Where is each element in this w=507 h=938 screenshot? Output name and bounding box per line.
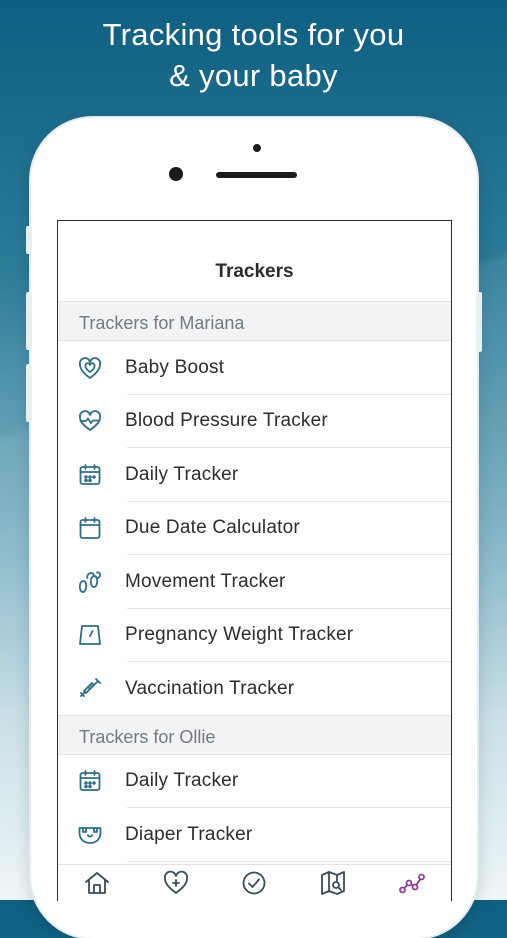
tracker-row-vaccination[interactable]: Vaccination Tracker: [58, 662, 451, 716]
heart-pulse-icon: [58, 408, 125, 434]
proximity-sensor: [253, 144, 261, 152]
check-circle-icon[interactable]: [240, 869, 268, 897]
tracker-label: Daily Tracker: [125, 770, 239, 792]
app-screen: Trackers Trackers for Mariana Baby Boost…: [57, 220, 452, 901]
page-title: Trackers: [58, 221, 451, 302]
phone-mute-switch: [26, 226, 32, 254]
tracker-label: Baby Boost: [125, 356, 225, 378]
tracker-label: Daily Tracker: [125, 463, 239, 485]
tracker-label: Pregnancy Weight Tracker: [125, 624, 354, 646]
phone-power-button: [476, 292, 482, 352]
home-icon[interactable]: [83, 869, 111, 897]
tracker-label: Movement Tracker: [125, 570, 286, 592]
tracker-row-diaper[interactable]: Diaper Tracker: [58, 808, 451, 862]
baby-feet-icon: [58, 569, 125, 595]
trackers-graph-icon[interactable]: [398, 869, 426, 897]
calendar-blank-icon: [58, 515, 125, 541]
heart-circle-icon: [58, 355, 125, 381]
headline-line-1: Tracking tools for you: [102, 17, 405, 52]
calendar-icon: [58, 768, 125, 794]
tracker-row-daily[interactable]: Daily Tracker: [58, 448, 451, 502]
tracker-label: Blood Pressure Tracker: [125, 410, 328, 432]
headline: Tracking tools for you & your baby: [0, 14, 507, 96]
syringe-icon: [58, 676, 125, 702]
tracker-row-movement[interactable]: Movement Tracker: [58, 555, 451, 609]
tracker-row-daily-ollie[interactable]: Daily Tracker: [58, 755, 451, 809]
scale-icon: [58, 622, 125, 648]
heart-plus-icon[interactable]: [162, 869, 190, 897]
bottom-tab-bar: [58, 864, 451, 901]
tracker-label: Diaper Tracker: [125, 823, 253, 845]
map-search-icon[interactable]: [319, 869, 347, 897]
tracker-row-due-date[interactable]: Due Date Calculator: [58, 502, 451, 556]
diaper-icon: [58, 822, 125, 848]
tracker-row-blood-pressure[interactable]: Blood Pressure Tracker: [58, 395, 451, 449]
headline-line-2: & your baby: [169, 58, 338, 93]
tracker-row-baby-boost[interactable]: Baby Boost: [58, 341, 451, 395]
calendar-icon: [58, 462, 125, 488]
tracker-label: Vaccination Tracker: [125, 677, 295, 699]
section-header-mariana: Trackers for Mariana: [58, 302, 451, 341]
front-camera: [169, 167, 183, 181]
section-header-ollie: Trackers for Ollie: [58, 715, 451, 755]
earpiece-speaker: [216, 172, 297, 178]
tracker-label: Due Date Calculator: [125, 517, 300, 539]
tracker-row-pregnancy-weight[interactable]: Pregnancy Weight Tracker: [58, 609, 451, 663]
phone-volume-down: [26, 364, 32, 422]
phone-volume-up: [26, 292, 32, 350]
